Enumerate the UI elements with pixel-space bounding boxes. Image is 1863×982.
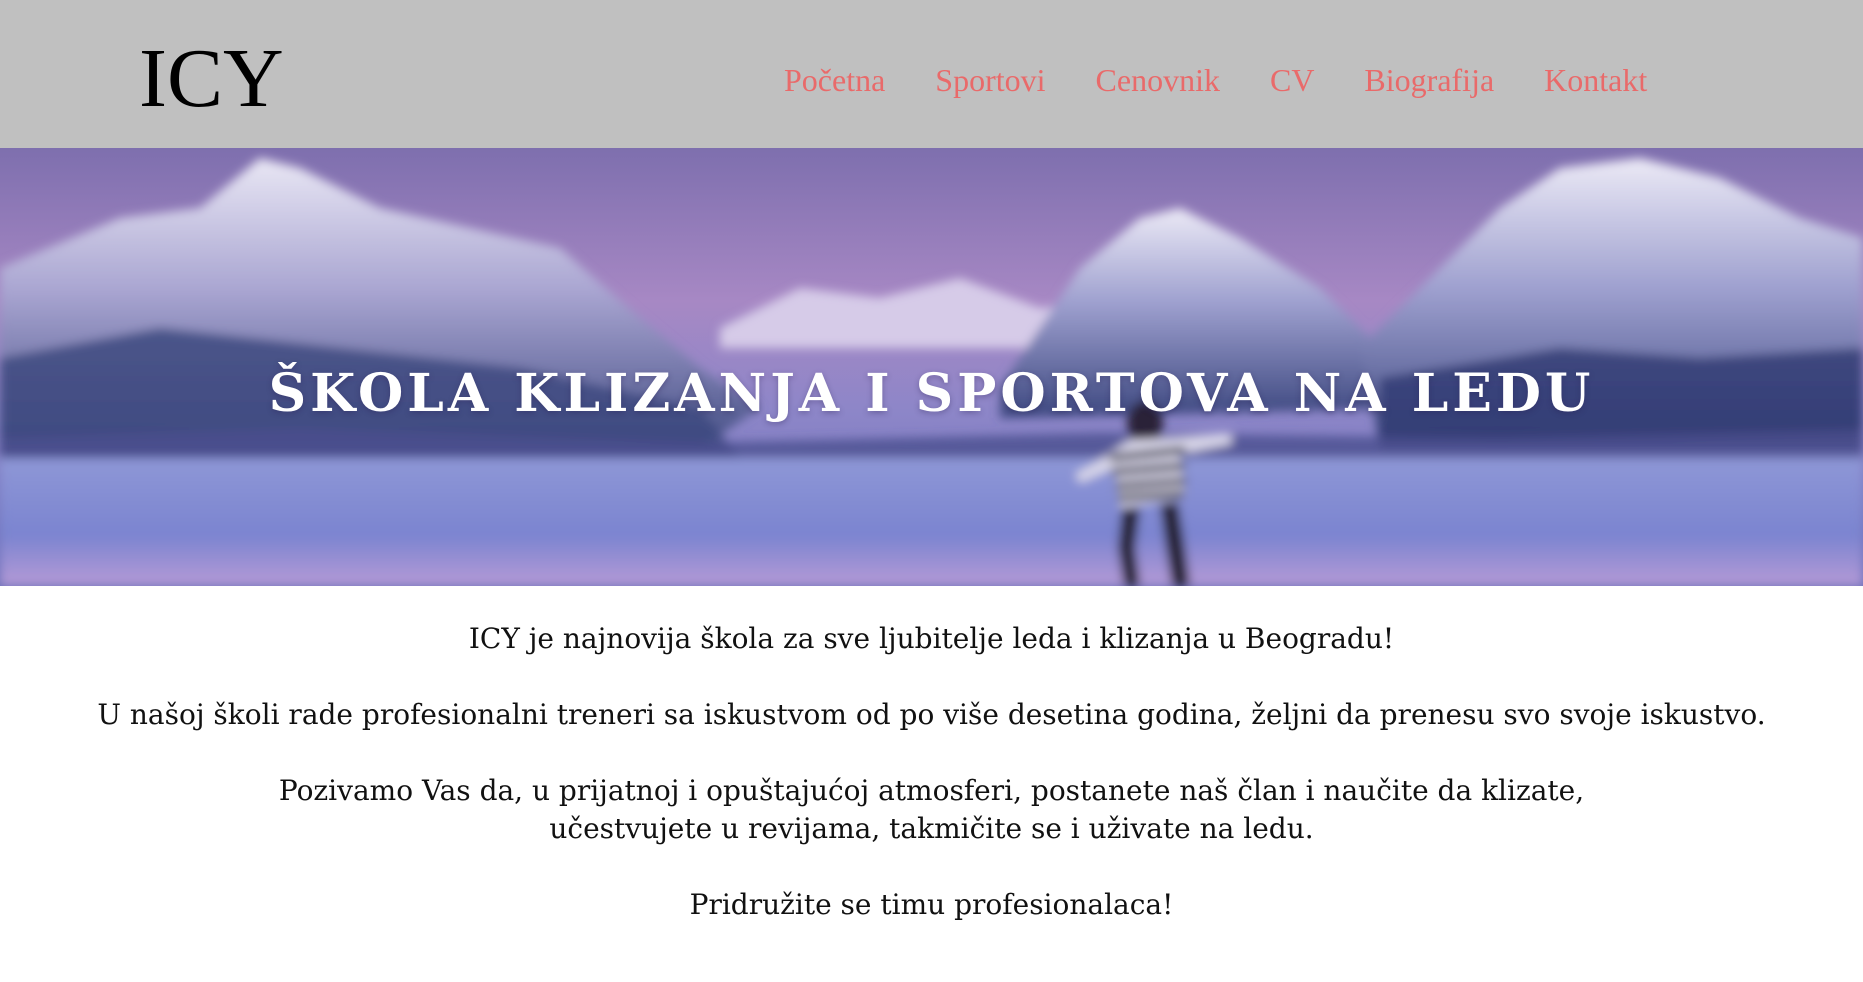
hero-title: ŠKOLA KLIZANJA I SPORTOVA NA LEDU (268, 363, 1595, 424)
main-nav: Početna Sportovi Cenovnik CV Biografija … (784, 58, 1647, 102)
intro-paragraph-1: ICY je najnovija škola za sve ljubitelje… (468, 622, 1395, 655)
site-logo[interactable]: ICY (139, 32, 284, 126)
intro-section: ICY je najnovija škola za sve ljubitelje… (0, 620, 1863, 962)
intro-paragraph-3: Pozivamo Vas da, u prijatnoj i opuštajuć… (278, 774, 1585, 845)
intro-paragraph-2: U našoj školi rade profesionalni treneri… (97, 698, 1766, 731)
intro-paragraph-4: Pridružite se timu profesionalaca! (689, 888, 1174, 921)
nav-link-pocetna[interactable]: Početna (784, 58, 885, 102)
nav-link-biografija[interactable]: Biografija (1364, 58, 1494, 102)
site-header: ICY Početna Sportovi Cenovnik CV Biograf… (0, 0, 1863, 148)
nav-link-cenovnik[interactable]: Cenovnik (1096, 58, 1220, 102)
nav-link-cv[interactable]: CV (1270, 58, 1314, 102)
nav-link-kontakt[interactable]: Kontakt (1544, 58, 1647, 102)
hero-banner: ŠKOLA KLIZANJA I SPORTOVA NA LEDU (0, 148, 1863, 586)
nav-link-sportovi[interactable]: Sportovi (935, 58, 1045, 102)
